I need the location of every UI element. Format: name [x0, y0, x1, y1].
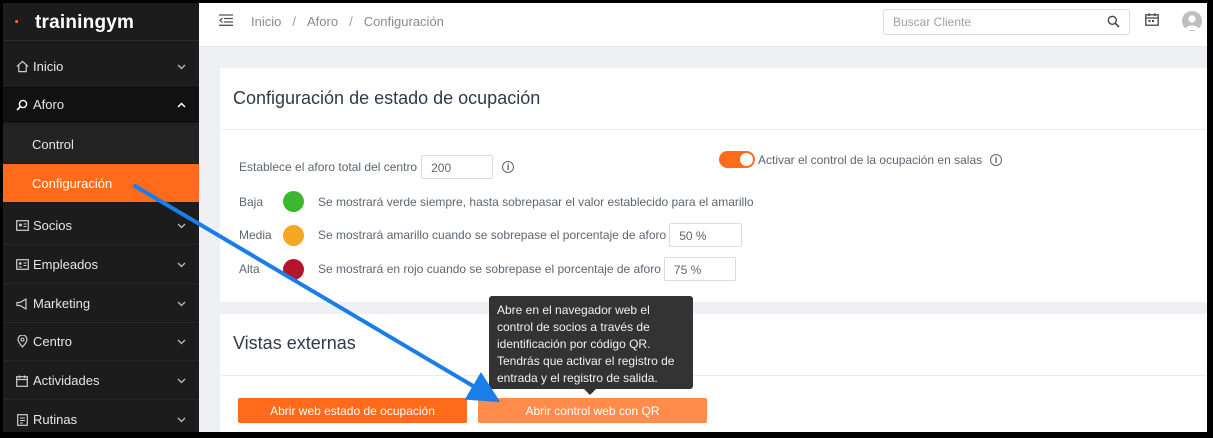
main-content: Configuración de estado de ocupación Est…	[199, 47, 1207, 432]
search-icon[interactable]	[1107, 15, 1120, 33]
total-capacity-input[interactable]: 200	[421, 155, 494, 179]
brand-logo[interactable]: · trainingym	[3, 3, 199, 41]
home-icon	[11, 60, 33, 73]
external-views-card: Vistas externas Abrir web estado de ocup…	[220, 314, 1207, 432]
breadcrumb-item-aforo[interactable]: Aforo	[307, 14, 338, 29]
info-icon[interactable]: i	[990, 153, 1003, 166]
section-title: Vistas externas	[220, 314, 1207, 376]
location-pin-icon	[11, 335, 33, 348]
medium-threshold-input[interactable]: 50 %	[669, 223, 743, 247]
clipboard-icon	[11, 413, 33, 426]
section-title: Configuración de estado de ocupación	[220, 68, 1207, 130]
sidebar-item-marketing[interactable]: Marketing	[3, 285, 199, 323]
level-description: Se mostrará amarillo cuando se sobrepase…	[318, 228, 667, 242]
breadcrumb-separator: /	[349, 14, 353, 29]
sidebar-item-centro[interactable]: Centro	[3, 323, 199, 361]
megaphone-icon	[11, 297, 33, 310]
breadcrumb: Inicio / Aforo / Configuración	[251, 14, 444, 29]
chevron-down-icon	[177, 223, 186, 229]
toggle-label: Activar el control de la ocupación en sa…	[758, 152, 983, 167]
menu-collapse-icon[interactable]	[219, 13, 233, 31]
top-bar: Inicio / Aforo / Configuración	[199, 3, 1207, 47]
level-description: Se mostrará verde siempre, hasta sobrepa…	[318, 194, 754, 209]
sidebar: · trainingym Inicio Aforo Control Configu…	[3, 3, 199, 432]
id-card-icon	[11, 220, 33, 231]
sidebar-item-aforo[interactable]: Aforo	[3, 86, 199, 124]
chevron-down-icon	[177, 339, 186, 345]
chevron-down-icon	[177, 417, 186, 423]
breadcrumb-separator: /	[292, 14, 296, 29]
chevron-down-icon	[177, 262, 186, 268]
status-dot-red	[283, 258, 304, 280]
room-occupancy-toggle[interactable]	[719, 151, 755, 168]
level-name: Baja	[239, 194, 264, 209]
sidebar-subitem-control[interactable]: Control	[3, 125, 199, 163]
total-capacity-label: Establece el aforo total del centro	[239, 160, 418, 174]
sidebar-item-rutinas[interactable]: Rutinas	[3, 401, 199, 432]
search-box	[883, 9, 1130, 35]
badge-icon	[11, 259, 33, 270]
open-qr-control-button[interactable]: Abrir control web con QR	[478, 398, 707, 423]
chevron-down-icon	[177, 378, 186, 384]
total-capacity-row: Establece el aforo total del centro 200 …	[239, 155, 515, 179]
chevron-down-icon	[177, 301, 186, 307]
sidebar-item-empleados[interactable]: Empleados	[3, 246, 199, 284]
occupancy-config-card: Configuración de estado de ocupación Est…	[220, 68, 1207, 302]
chevron-up-icon	[177, 101, 186, 108]
sidebar-subitem-configuracion[interactable]: Configuración	[3, 164, 199, 202]
status-dot-yellow	[283, 224, 304, 246]
sidebar-item-actividades[interactable]: Actividades	[3, 362, 199, 400]
search-input[interactable]	[884, 10, 1094, 34]
breadcrumb-item-inicio[interactable]: Inicio	[251, 14, 281, 29]
level-name: Media	[239, 228, 272, 242]
level-description: Se mostrará en rojo cuando se sobrepase …	[318, 262, 661, 276]
sidebar-item-socios[interactable]: Socios	[3, 207, 199, 245]
calendar-icon	[11, 375, 33, 387]
status-dot-green	[283, 191, 304, 212]
high-threshold-input[interactable]: 75 %	[663, 257, 736, 281]
qr-control-tooltip: Abre en el navegador web el control de s…	[489, 296, 693, 395]
level-row-baja: Baja Se mostrará verde siempre, hasta so…	[239, 191, 754, 212]
sidebar-item-inicio[interactable]: Inicio	[3, 48, 199, 86]
search-icon	[11, 99, 33, 111]
level-row-media: Media Se mostrará amarillo cuando se sob…	[239, 223, 743, 247]
breadcrumb-item-configuracion: Configuración	[363, 14, 444, 29]
level-row-alta: Alta Se mostrará en rojo cuando se sobre…	[239, 257, 736, 281]
user-avatar[interactable]	[1182, 11, 1202, 31]
calendar-icon[interactable]	[1145, 13, 1159, 31]
open-occupancy-web-button[interactable]: Abrir web estado de ocupación	[238, 398, 467, 423]
room-control-toggle-row: Activar el control de la ocupación en sa…	[719, 151, 1003, 168]
chevron-down-icon	[177, 64, 186, 70]
info-icon[interactable]: i	[502, 161, 515, 173]
level-name: Alta	[239, 262, 260, 276]
